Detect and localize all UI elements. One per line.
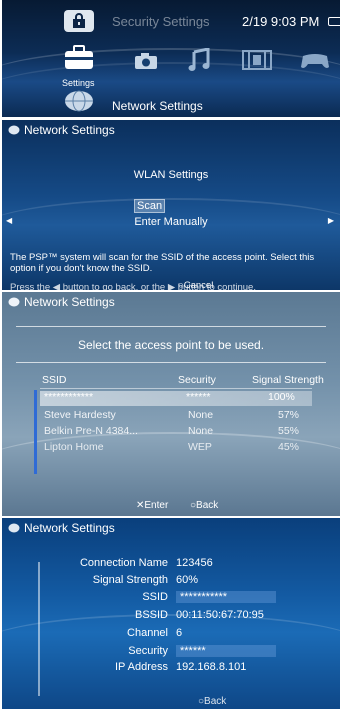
back-label: Back [204, 696, 227, 707]
header-title: Network Settings [24, 123, 115, 137]
cell-security: None [188, 409, 214, 421]
field-value: 00:11:50:67:70:95 [176, 609, 264, 621]
screen-header: Network Settings [2, 292, 340, 312]
column-ssid: SSID [42, 374, 67, 386]
hint-prefix: Press the [10, 282, 51, 290]
divider [16, 326, 326, 327]
page-title: Select the access point to be used. [77, 338, 265, 352]
left-button-icon: ◀ [52, 282, 61, 290]
game-controller-icon[interactable] [300, 52, 330, 70]
cell-ssid: Belkin Pre-N 4384... [44, 425, 138, 437]
field-signal-strength: Signal Strength 60% [2, 574, 340, 590]
field-value: 123456 [176, 557, 213, 569]
cancel-label: Cancel [183, 280, 214, 290]
network-globe-icon [8, 523, 20, 533]
back-button[interactable]: ○Back [190, 500, 218, 511]
field-bssid: BSSID 00:11:50:67:70:95 [2, 609, 340, 625]
cell-signal: 100% [268, 391, 295, 403]
field-label: BSSID [134, 609, 168, 621]
back-label: Back [196, 500, 219, 511]
column-signal-strength: Signal Strength [252, 374, 324, 386]
enter-label: Enter [144, 500, 169, 511]
music-note-icon[interactable] [188, 48, 210, 72]
cell-ssid: Steve Hardesty [44, 409, 116, 421]
navigation-hint: Press the ◀ button to go back, or the ▶ … [10, 282, 256, 290]
field-value: 60% [176, 574, 199, 586]
table-row[interactable]: Belkin Pre-N 4384... None 55% [2, 425, 340, 440]
option-enter-manually[interactable]: Enter Manually [2, 216, 340, 228]
page-title: WLAN Settings [133, 169, 209, 181]
divider [40, 388, 312, 389]
security-lock-icon [64, 10, 94, 32]
clock: 2/19 9:03 PM [242, 14, 320, 29]
field-value: 192.168.8.101 [176, 661, 247, 673]
field-ip-address: IP Address 192.168.8.101 [2, 661, 340, 677]
settings-toolbox-icon[interactable] [64, 44, 94, 70]
screen-header: Network Settings [2, 120, 340, 140]
wlan-settings-panel: Network Settings WLAN Settings Scan ◀ En… [2, 120, 340, 290]
divider [16, 362, 326, 363]
field-channel: Channel 6 [2, 627, 340, 643]
field-connection-name: Connection Name 123456 [2, 557, 340, 573]
table-row[interactable]: Steve Hardesty None 57% [2, 409, 340, 424]
field-value: *********** [176, 591, 276, 603]
field-label: SSID [142, 591, 168, 603]
xmb-category-bar[interactable] [2, 44, 340, 84]
xmb-panel: Security Settings 2/19 9:03 PM Settings … [2, 0, 340, 117]
field-label: Connection Name [79, 557, 168, 569]
field-value: 6 [176, 627, 183, 639]
field-ssid: SSID *********** [2, 591, 340, 607]
field-label: IP Address [115, 661, 168, 673]
video-film-icon[interactable] [242, 50, 272, 70]
cell-security: None [188, 425, 214, 437]
access-point-panel: Network Settings Select the access point… [2, 292, 340, 516]
network-globe-icon [65, 90, 93, 112]
battery-icon [328, 17, 340, 26]
background-wave [2, 198, 340, 258]
connection-details-panel: Network Settings Connection Name 123456 … [2, 518, 340, 709]
field-label: Channel [127, 627, 168, 639]
header-title: Network Settings [24, 521, 115, 535]
right-button-icon: ▶ [167, 282, 176, 290]
cell-ssid: ************ [44, 391, 94, 403]
enter-button[interactable]: ✕Enter [136, 500, 168, 511]
status-bar: Security Settings 2/19 9:03 PM [2, 8, 340, 34]
network-globe-icon [8, 125, 20, 135]
table-row[interactable]: Lipton Home WEP 45% [2, 441, 340, 456]
back-button[interactable]: ○Back [198, 696, 226, 707]
field-label: Security [128, 645, 168, 657]
screen-header: Network Settings [2, 518, 340, 538]
option-description: The PSP™ system will scan for the SSID o… [10, 252, 315, 274]
cell-signal: 45% [278, 441, 300, 453]
field-security: Security ****** [2, 645, 340, 661]
option-scan[interactable]: Scan [134, 199, 166, 213]
category-label: Settings [62, 78, 95, 88]
header-title: Network Settings [24, 295, 115, 309]
cell-ssid: Lipton Home [44, 441, 104, 453]
photo-camera-icon[interactable] [134, 52, 158, 70]
menu-item-network-settings[interactable]: Network Settings [112, 99, 203, 113]
table-row[interactable]: ************ ****** 100% [40, 391, 312, 406]
field-label: Signal Strength [92, 574, 168, 586]
arrow-right-icon[interactable]: ▶ [328, 216, 334, 225]
cancel-button[interactable]: ○Cancel [178, 280, 213, 290]
cell-signal: 55% [278, 425, 300, 437]
hint-mid: button to go back, or the [62, 282, 166, 290]
column-security: Security [178, 374, 216, 386]
cell-security: ****** [186, 391, 211, 403]
section-title: Security Settings [112, 14, 210, 29]
cell-signal: 57% [278, 409, 300, 421]
network-globe-icon [8, 297, 20, 307]
field-value: ****** [176, 645, 276, 657]
cell-security: WEP [188, 441, 212, 453]
